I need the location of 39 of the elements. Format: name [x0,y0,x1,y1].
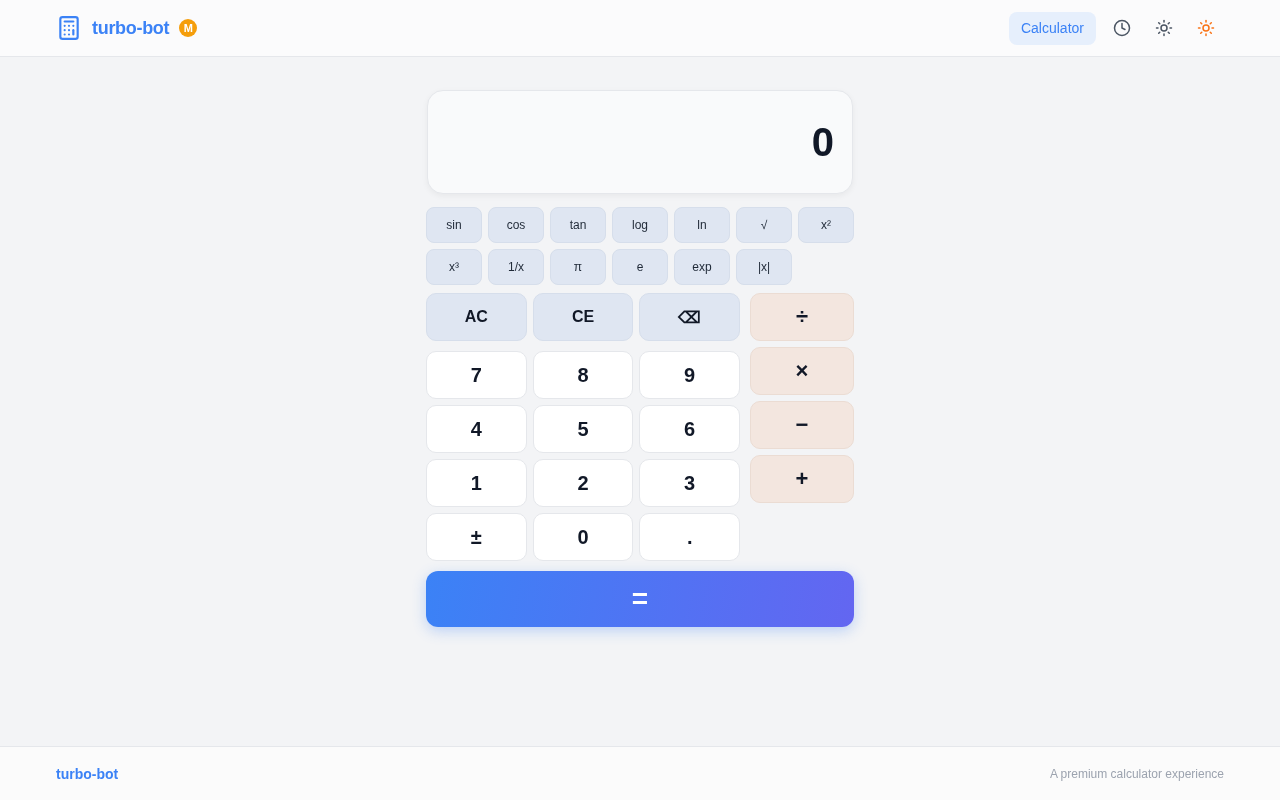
function-key[interactable]: π [550,249,606,285]
operator-key[interactable]: + [750,455,854,503]
digit-key[interactable]: ± [426,513,527,561]
footer-brand: turbo-bot [56,765,119,782]
brand-name: turbo-bot [92,17,170,39]
function-key[interactable]: e [612,249,668,285]
digit-key[interactable]: 2 [532,459,634,507]
clear-key[interactable]: ⌫ [639,293,740,341]
operator-key[interactable]: ÷ [750,293,854,341]
digit-key[interactable]: 9 [639,351,740,399]
clear-key[interactable]: AC [426,293,527,341]
function-key[interactable]: x² [798,207,854,243]
digit-key[interactable]: 6 [639,405,740,453]
clear-key[interactable]: CE [532,293,634,341]
function-key[interactable]: tan [550,207,606,243]
footer-tagline: A premium calculator experience [1049,766,1224,781]
function-key[interactable]: 1/x [488,249,544,285]
operator-key[interactable]: − [750,401,854,449]
digit-key[interactable]: 8 [532,351,634,399]
equals-key[interactable]: = [426,571,854,627]
calculator-icon [56,15,82,41]
function-key[interactable]: ln [674,207,730,243]
function-key[interactable]: cos [488,207,544,243]
digit-key[interactable]: 3 [639,459,740,507]
function-key[interactable]: exp [674,249,730,285]
operator-key[interactable]: × [750,347,854,395]
display-value: 0 [811,119,834,165]
function-key[interactable]: sin [426,207,482,243]
mode-badge: M [179,19,198,37]
digit-key[interactable]: 5 [532,405,634,453]
function-key[interactable]: |x| [736,249,792,285]
digit-key[interactable]: 1 [426,459,527,507]
function-key[interactable]: x³ [426,249,482,285]
function-key[interactable]: log [612,207,668,243]
digit-key[interactable]: 7 [426,351,527,399]
digit-key[interactable]: 0 [532,513,634,561]
digit-key[interactable]: 4 [426,405,527,453]
function-key[interactable]: √ [736,207,792,243]
digit-key[interactable]: . [639,513,740,561]
